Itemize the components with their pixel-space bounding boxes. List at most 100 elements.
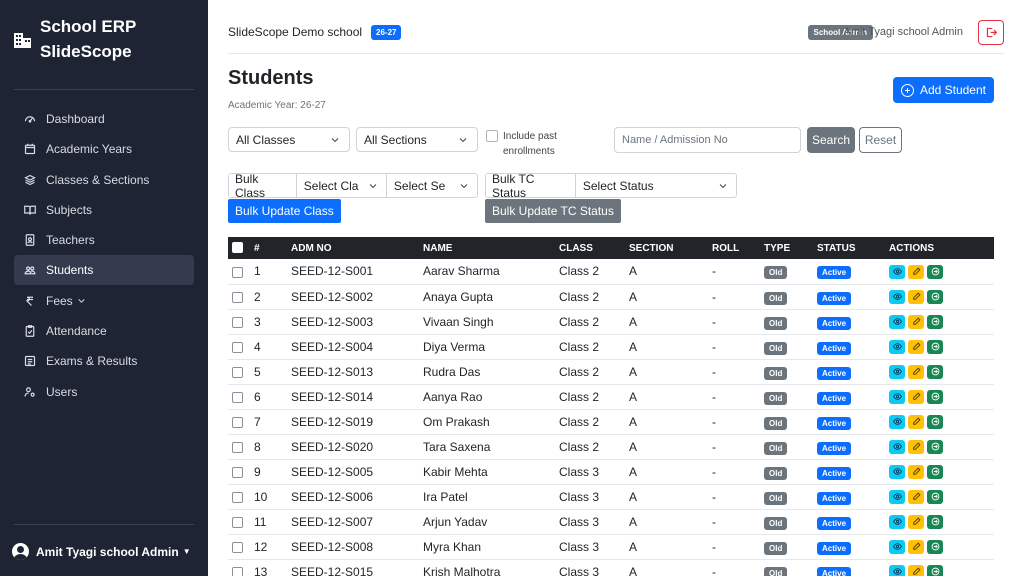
view-button[interactable] bbox=[889, 439, 905, 454]
table-row[interactable]: 4 SEED-12-S004 Diya Verma Class 2 A - Old Activ… bbox=[228, 334, 994, 360]
table-row[interactable]: 13 SEED-12-S015 Krish Malhotra Class 3 A - Old… bbox=[228, 559, 994, 576]
building-icon bbox=[14, 33, 31, 48]
bulk-class-select[interactable]: Select Cla bbox=[297, 174, 387, 197]
edit-button[interactable] bbox=[908, 414, 924, 429]
row-section: A bbox=[629, 559, 712, 576]
edit-button[interactable] bbox=[908, 289, 924, 304]
row-class: Class 2 bbox=[559, 284, 629, 310]
edit-button[interactable] bbox=[908, 539, 924, 554]
row-checkbox[interactable] bbox=[232, 541, 243, 553]
table-row[interactable]: 2 SEED-12-S002 Anaya Gupta Class 2 A - Old Acti… bbox=[228, 284, 994, 310]
promote-button[interactable] bbox=[927, 364, 943, 379]
view-button[interactable] bbox=[889, 539, 905, 554]
sidebar-item-subjects[interactable]: Subjects bbox=[14, 195, 194, 225]
table-row[interactable]: 9 SEED-12-S005 Kabir Mehta Class 3 A - Old Acti… bbox=[228, 459, 994, 485]
edit-button[interactable] bbox=[908, 489, 924, 504]
row-class: Class 2 bbox=[559, 359, 629, 385]
view-button[interactable] bbox=[889, 464, 905, 479]
row-checkbox[interactable] bbox=[232, 516, 243, 528]
row-checkbox[interactable] bbox=[232, 316, 243, 328]
edit-button[interactable] bbox=[908, 314, 924, 329]
type-badge: Old bbox=[764, 366, 788, 380]
sidebar-item-exams-results[interactable]: Exams & Results bbox=[14, 346, 194, 376]
promote-button[interactable] bbox=[927, 264, 943, 279]
brand[interactable]: School ERP SlideScope bbox=[12, 14, 136, 64]
view-button[interactable] bbox=[889, 364, 905, 379]
reset-button[interactable]: Reset bbox=[859, 127, 902, 153]
table-row[interactable]: 3 SEED-12-S003 Vivaan Singh Class 2 A - Old Act… bbox=[228, 309, 994, 335]
edit-button[interactable] bbox=[908, 264, 924, 279]
table-row[interactable]: 7 SEED-12-S019 Om Prakash Class 2 A - Old Activ… bbox=[228, 409, 994, 435]
status-badge: Active bbox=[817, 416, 852, 430]
table-row[interactable]: 5 SEED-12-S013 Rudra Das Class 2 A - Old Active bbox=[228, 359, 994, 385]
bulk-section-select[interactable]: Select Se bbox=[387, 174, 477, 197]
layers-icon bbox=[24, 174, 36, 185]
edit-button[interactable] bbox=[908, 439, 924, 454]
row-checkbox[interactable] bbox=[232, 416, 243, 428]
view-button[interactable] bbox=[889, 389, 905, 404]
table-row[interactable]: 10 SEED-12-S006 Ira Patel Class 3 A - Old Activ… bbox=[228, 484, 994, 510]
promote-button[interactable] bbox=[927, 414, 943, 429]
promote-button[interactable] bbox=[927, 439, 943, 454]
sidebar-item-dashboard[interactable]: Dashboard bbox=[14, 104, 194, 134]
view-button[interactable] bbox=[889, 339, 905, 354]
view-button[interactable] bbox=[889, 414, 905, 429]
select-all-checkbox[interactable] bbox=[232, 242, 243, 254]
search-input[interactable] bbox=[614, 127, 801, 153]
promote-button[interactable] bbox=[927, 514, 943, 529]
sidebar-item-students[interactable]: Students bbox=[14, 255, 194, 286]
sidebar-item-fees[interactable]: Fees bbox=[14, 286, 194, 316]
edit-button[interactable] bbox=[908, 339, 924, 354]
promote-button[interactable] bbox=[927, 389, 943, 404]
sidebar-divider-top bbox=[14, 89, 194, 90]
view-button[interactable] bbox=[889, 489, 905, 504]
row-checkbox[interactable] bbox=[232, 291, 243, 303]
include-past-checkbox[interactable] bbox=[486, 130, 498, 142]
row-checkbox[interactable] bbox=[232, 441, 243, 453]
table-row[interactable]: 6 SEED-12-S014 Aanya Rao Class 2 A - Old Active bbox=[228, 384, 994, 410]
sidebar-item-attendance[interactable]: Attendance bbox=[14, 316, 194, 346]
promote-button[interactable] bbox=[927, 539, 943, 554]
promote-button[interactable] bbox=[927, 339, 943, 354]
promote-button[interactable] bbox=[927, 464, 943, 479]
sidebar-item-users[interactable]: Users bbox=[14, 377, 194, 407]
edit-button[interactable] bbox=[908, 564, 924, 576]
view-button[interactable] bbox=[889, 314, 905, 329]
user-menu[interactable]: Amit Tyagi school Admin ▼ bbox=[12, 543, 191, 560]
bulk-tc-select[interactable]: Select Status bbox=[576, 174, 736, 197]
bulk-update-class-button[interactable]: Bulk Update Class bbox=[228, 199, 341, 223]
add-student-button[interactable]: Add Student bbox=[892, 77, 994, 103]
view-button[interactable] bbox=[889, 564, 905, 576]
table-row[interactable]: 11 SEED-12-S007 Arjun Yadav Class 3 A - Old Act… bbox=[228, 509, 994, 535]
edit-button[interactable] bbox=[908, 364, 924, 379]
row-checkbox[interactable] bbox=[232, 491, 243, 503]
row-checkbox[interactable] bbox=[232, 266, 243, 278]
sidebar-item-academic-years[interactable]: Academic Years bbox=[14, 134, 194, 164]
row-checkbox[interactable] bbox=[232, 366, 243, 378]
table-row[interactable]: 8 SEED-12-S020 Tara Saxena Class 2 A - Old Acti… bbox=[228, 434, 994, 460]
bulk-update-tc-button[interactable]: Bulk Update TC Status bbox=[485, 199, 621, 223]
row-checkbox[interactable] bbox=[232, 391, 243, 403]
table-row[interactable]: 1 SEED-12-S001 Aarav Sharma Class 2 A - Old Act… bbox=[228, 259, 994, 285]
search-button[interactable]: Search bbox=[807, 127, 855, 153]
class-filter-select[interactable]: All Classes bbox=[228, 127, 350, 152]
promote-button[interactable] bbox=[927, 564, 943, 576]
sidebar-item-classes-sections[interactable]: Classes & Sections bbox=[14, 165, 194, 195]
view-button[interactable] bbox=[889, 289, 905, 304]
promote-button[interactable] bbox=[927, 489, 943, 504]
row-checkbox[interactable] bbox=[232, 341, 243, 353]
sidebar-item-teachers[interactable]: Teachers bbox=[14, 225, 194, 255]
table-row[interactable]: 12 SEED-12-S008 Myra Khan Class 3 A - Old Activ… bbox=[228, 534, 994, 560]
view-button[interactable] bbox=[889, 264, 905, 279]
edit-button[interactable] bbox=[908, 464, 924, 479]
view-button[interactable] bbox=[889, 514, 905, 529]
row-no: 9 bbox=[254, 459, 291, 485]
promote-button[interactable] bbox=[927, 289, 943, 304]
promote-button[interactable] bbox=[927, 314, 943, 329]
logout-button[interactable] bbox=[978, 20, 1004, 45]
edit-button[interactable] bbox=[908, 514, 924, 529]
section-filter-select[interactable]: All Sections bbox=[356, 127, 478, 152]
row-checkbox[interactable] bbox=[232, 566, 243, 576]
row-checkbox[interactable] bbox=[232, 466, 243, 478]
edit-button[interactable] bbox=[908, 389, 924, 404]
